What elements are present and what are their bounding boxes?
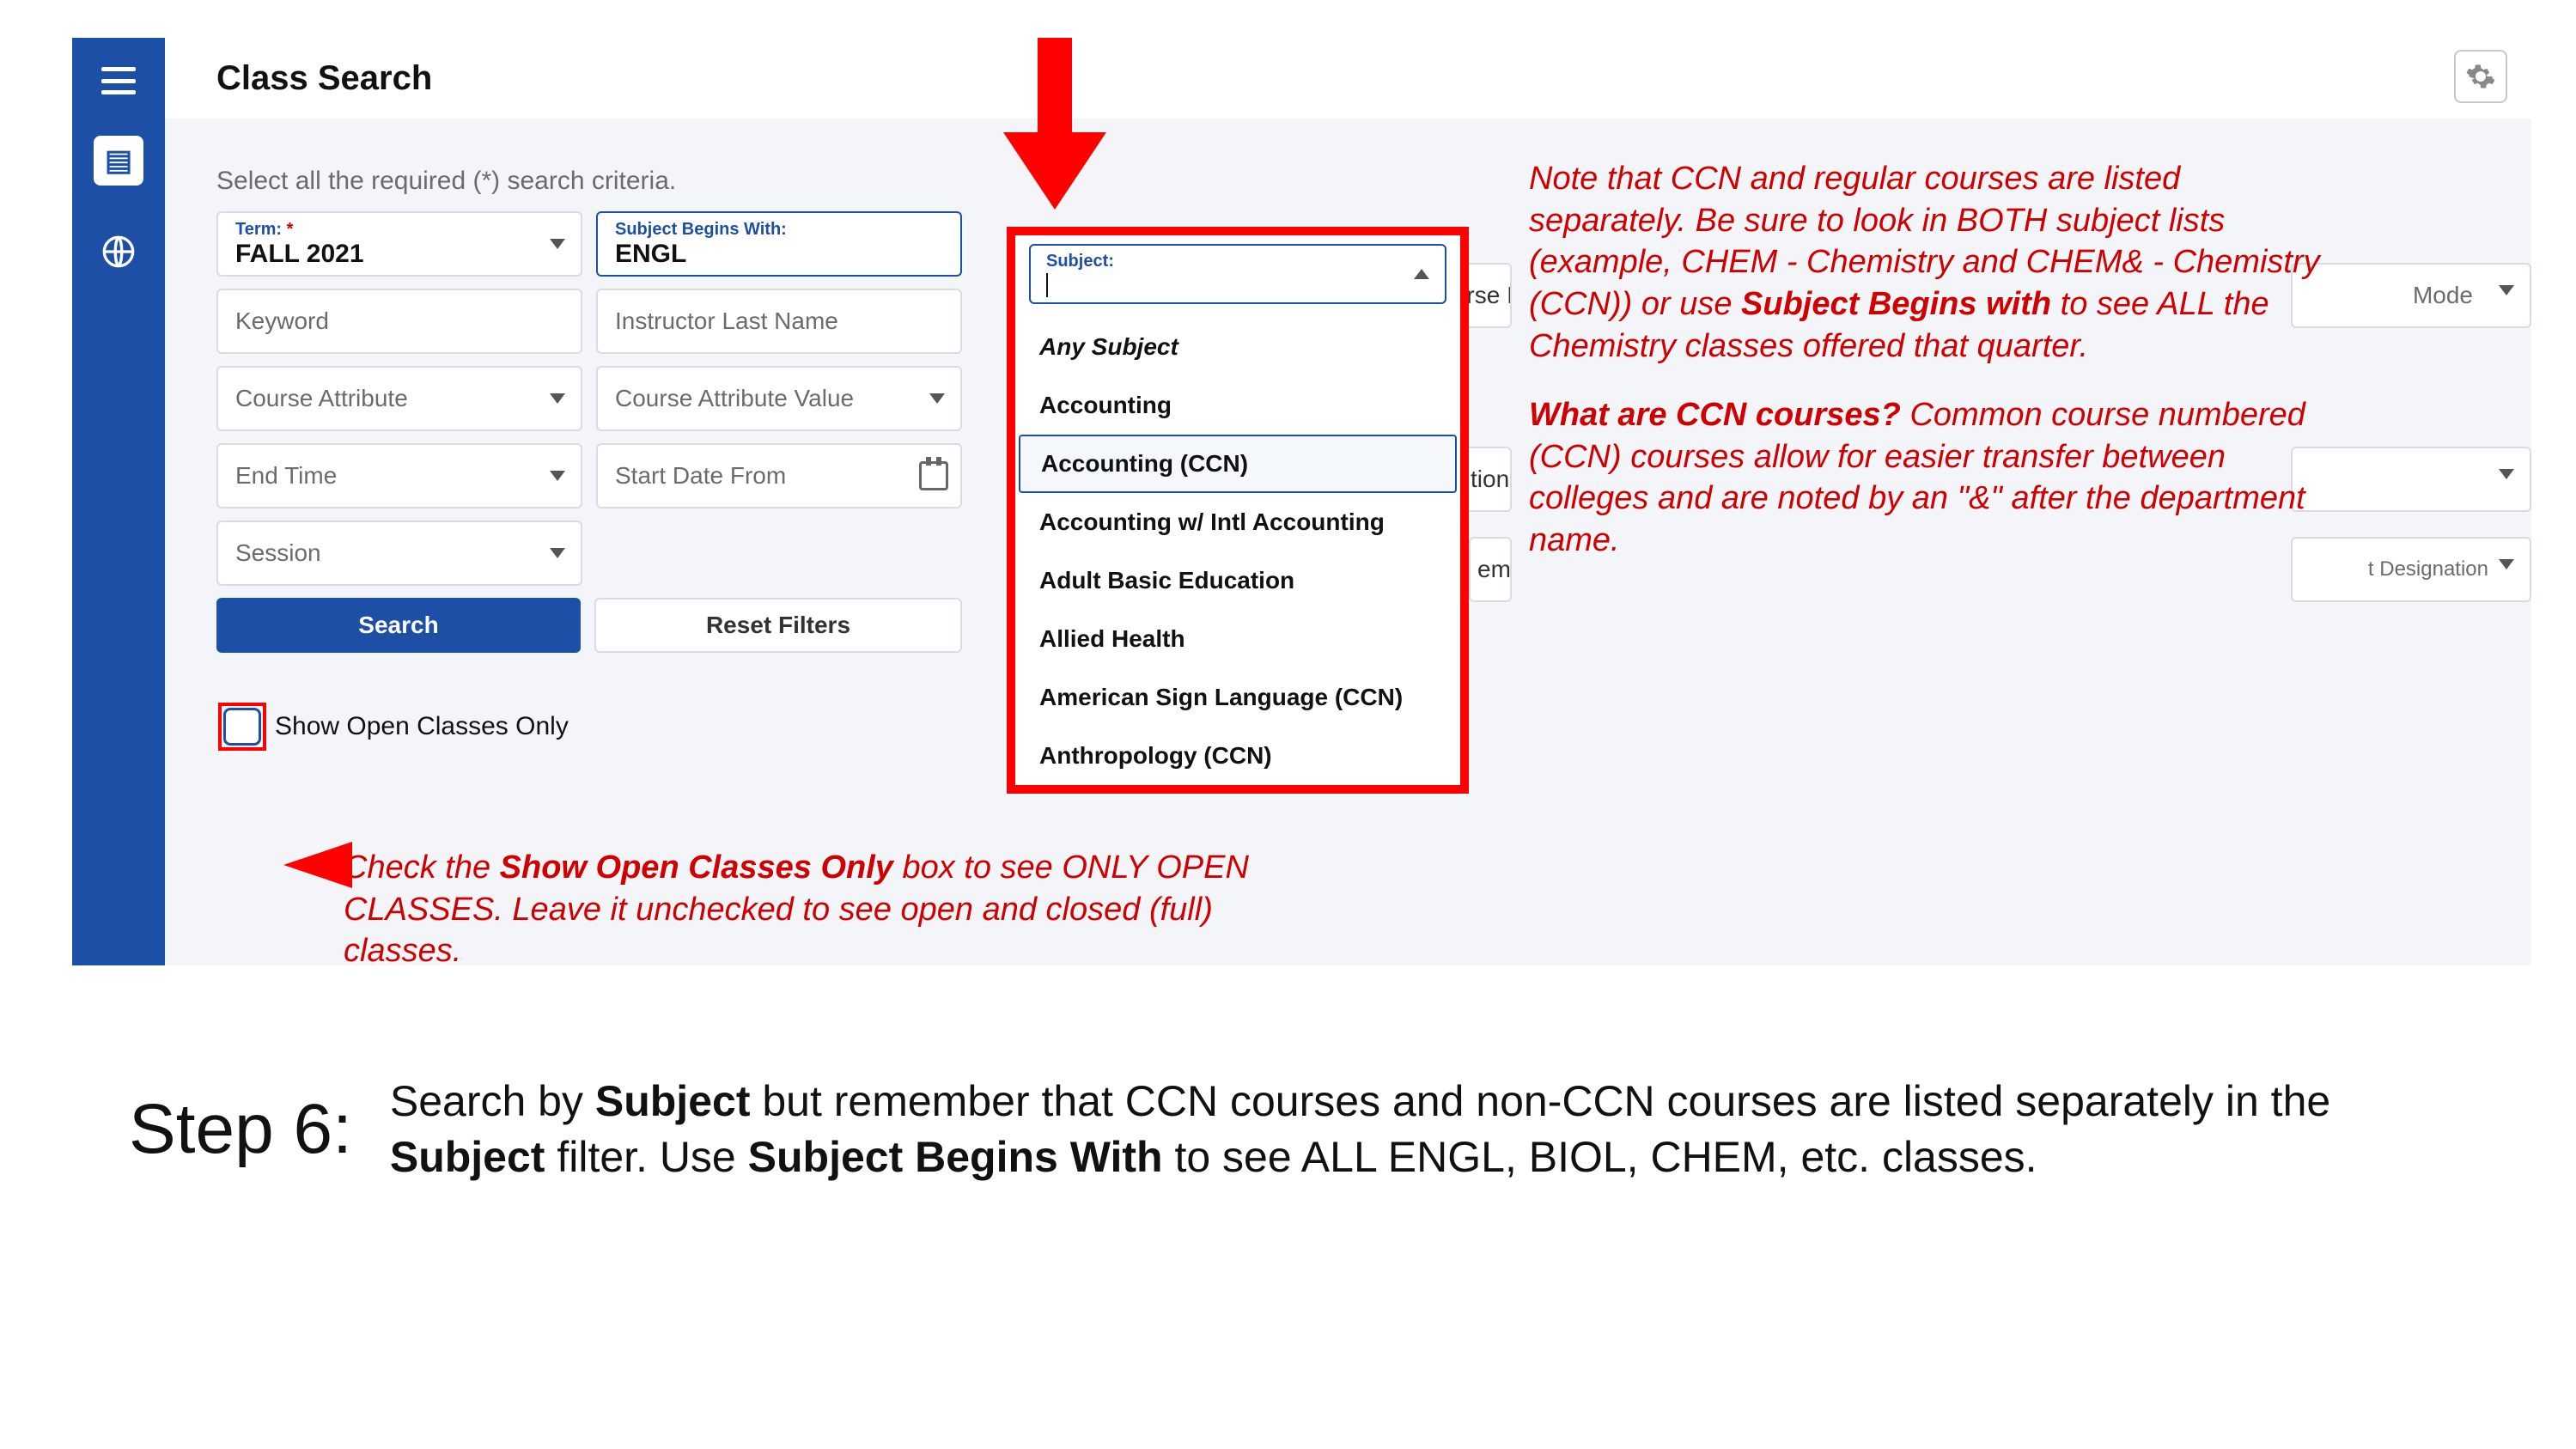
session-placeholder: Session <box>235 539 563 567</box>
start-date-input[interactable]: Start Date From <box>596 443 962 508</box>
gear-icon <box>2465 61 2496 92</box>
desc-f: Subject Begins With <box>748 1133 1163 1181</box>
truncated-em: em <box>1469 537 1512 602</box>
chevron-down-icon <box>2499 559 2514 569</box>
instructor-placeholder: Instructor Last Name <box>615 307 943 335</box>
em-fragment: em <box>1477 556 1511 583</box>
subject-begins-with-input[interactable]: Subject Begins With: ENGL <box>596 211 962 277</box>
sidebar-item-search[interactable]: ▤ <box>94 136 143 186</box>
session-select[interactable]: Session <box>216 521 582 586</box>
keyword-input[interactable]: Keyword <box>216 289 582 354</box>
course-attr-val-placeholder: Course Attribute Value <box>615 385 943 412</box>
subject-begins-value: ENGL <box>615 240 943 269</box>
globe-icon <box>101 234 136 269</box>
note1-part-b: Subject Begins with <box>1741 286 2051 322</box>
chevron-down-icon <box>550 393 565 404</box>
reset-button-label: Reset Filters <box>706 612 850 639</box>
note2-part-a: What are CCN courses? <box>1529 397 1901 433</box>
course-attribute-select[interactable]: Course Attribute <box>216 366 582 431</box>
calendar-icon <box>919 461 948 490</box>
annotation-ccn-note: Note that CCN and regular courses are li… <box>1529 158 2336 562</box>
subject-begins-label: Subject Begins With: <box>615 220 943 240</box>
term-value: FALL 2021 <box>235 240 563 269</box>
text-cursor <box>1046 273 1048 297</box>
course-attr-placeholder: Course Attribute <box>235 385 563 412</box>
course-attribute-value-select[interactable]: Course Attribute Value <box>596 366 962 431</box>
subject-option-accounting-intl[interactable]: Accounting w/ Intl Accounting <box>1015 493 1460 551</box>
required-star: * <box>287 220 294 239</box>
subject-option-abe[interactable]: Adult Basic Education <box>1015 551 1460 610</box>
page-title: Class Search <box>216 59 432 98</box>
step-description: Search by Subject but remember that CCN … <box>390 1074 2456 1185</box>
annotation-open-classes-note: Check the Show Open Classes Only box to … <box>344 847 1280 972</box>
subject-option-accounting[interactable]: Accounting <box>1015 376 1460 435</box>
tion-fragment: tion <box>1471 466 1509 493</box>
chevron-down-icon <box>2499 285 2514 295</box>
desc-e: filter. Use <box>545 1133 747 1181</box>
chevron-down-icon <box>550 471 565 481</box>
instructor-input[interactable]: Instructor Last Name <box>596 289 962 354</box>
form-instruction: Select all the required (*) search crite… <box>216 167 1460 196</box>
chevron-down-icon <box>2499 469 2514 479</box>
chevron-down-icon <box>929 393 945 404</box>
step-row: Step 6: Search by Subject but remember t… <box>129 1074 2456 1185</box>
show-open-classes-checkbox[interactable] <box>223 708 261 746</box>
end-time-placeholder: End Time <box>235 462 563 490</box>
subject-select[interactable]: Subject: <box>1029 244 1446 304</box>
desc-b: Subject <box>595 1077 751 1125</box>
subject-option-any[interactable]: Any Subject <box>1015 318 1460 376</box>
search-button-label: Search <box>358 612 438 639</box>
desc-c: but remember that CCN courses and non-CC… <box>750 1077 2330 1125</box>
keyword-placeholder: Keyword <box>235 307 563 335</box>
subject-option-anth-ccn[interactable]: Anthropology (CCN) <box>1015 727 1460 785</box>
subject-option-asl-ccn[interactable]: American Sign Language (CCN) <box>1015 668 1460 727</box>
desc-a: Search by <box>390 1077 595 1125</box>
desc-g: to see ALL ENGL, BIOL, CHEM, etc. classe… <box>1163 1133 2037 1181</box>
chevron-down-icon <box>550 239 565 249</box>
settings-button[interactable] <box>2454 50 2507 103</box>
subject-dropdown-highlight: Subject: Any Subject Accounting Accounti… <box>1007 227 1469 794</box>
end-time-select[interactable]: End Time <box>216 443 582 508</box>
sidebar-item-globe[interactable] <box>94 227 143 277</box>
topbar: Class Search <box>165 38 2531 119</box>
subject-option-allied-health[interactable]: Allied Health <box>1015 610 1460 668</box>
form-icon: ▤ <box>105 143 132 178</box>
start-date-placeholder: Start Date From <box>615 462 943 490</box>
term-label: Term: <box>235 220 287 239</box>
sidebar: ▤ <box>72 38 165 965</box>
mode-label: Mode <box>2413 282 2473 309</box>
chevron-up-icon <box>1414 269 1429 279</box>
checknote-a: Check the <box>344 849 500 886</box>
annotation-arrow-right <box>283 842 352 888</box>
term-select[interactable]: Term: * FALL 2021 <box>216 211 582 277</box>
subject-label: Subject: <box>1046 252 1429 271</box>
desc-d: Subject <box>390 1133 545 1181</box>
reset-button[interactable]: Reset Filters <box>594 598 962 653</box>
checknote-b: Show Open Classes Only <box>500 849 893 886</box>
show-open-classes-label: Show Open Classes Only <box>275 712 569 741</box>
subject-option-list: Any Subject Accounting Accounting (CCN) … <box>1015 318 1460 785</box>
chevron-down-icon <box>550 548 565 558</box>
annotation-arrow-down <box>1003 38 1106 210</box>
subject-option-accounting-ccn[interactable]: Accounting (CCN) <box>1019 435 1457 493</box>
step-label: Step 6: <box>129 1089 352 1170</box>
menu-icon[interactable] <box>101 67 136 94</box>
search-button[interactable]: Search <box>216 598 581 653</box>
designation-label: t Designation <box>2368 557 2488 581</box>
